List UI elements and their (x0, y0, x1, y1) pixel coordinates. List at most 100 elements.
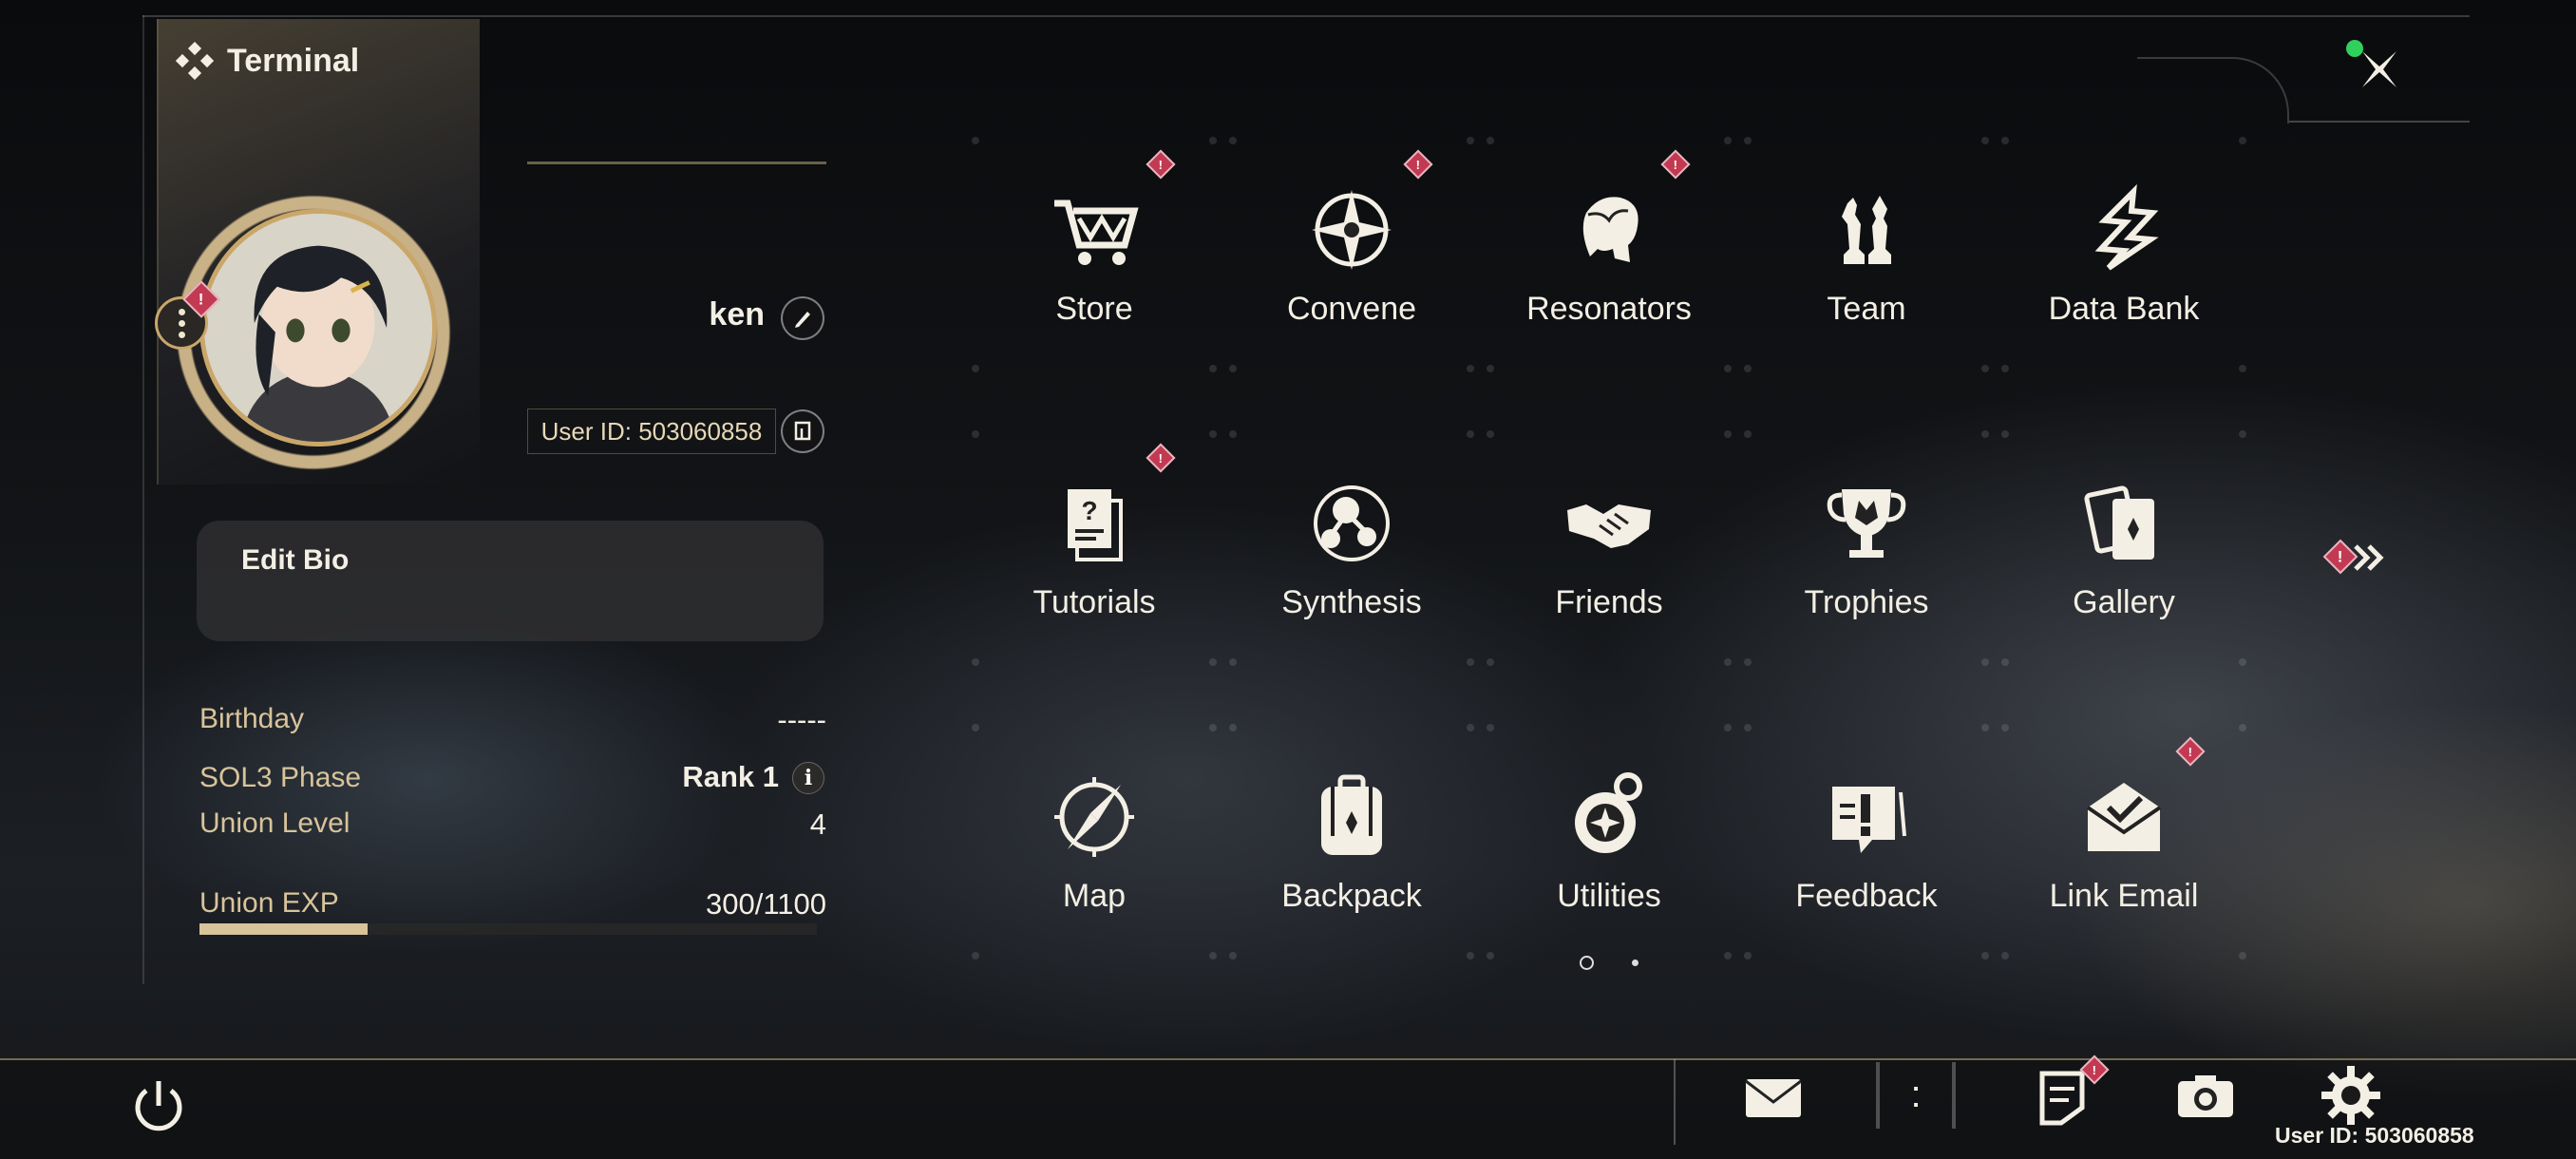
grid-corner-mark (1487, 137, 1494, 144)
grid-corner-mark (2001, 365, 2009, 372)
feedback-icon (1819, 770, 1914, 864)
question-document-icon: ? (1047, 476, 1142, 571)
compass-star-icon (1304, 182, 1399, 277)
birthday-label: Birthday (199, 703, 305, 734)
menu-item-team[interactable]: Team (1744, 137, 1989, 407)
chess-figures-icon (1819, 182, 1914, 277)
grid-corner-mark (1467, 658, 1474, 666)
grid-corner-mark (1981, 658, 1989, 666)
grid-corner-mark (1467, 137, 1474, 144)
character-head-icon (1562, 182, 1657, 277)
frame-left-line (142, 15, 144, 984)
backpack-icon (1304, 770, 1399, 864)
username: ken (709, 296, 765, 332)
menu-item-map[interactable]: Map (972, 724, 1217, 994)
menu-item-label: Map (1062, 878, 1127, 914)
page-indicator-next[interactable] (1632, 960, 1638, 966)
grid-corner-mark (1229, 952, 1237, 960)
grid-corner-mark (1981, 365, 1989, 372)
grid-corner-mark (1724, 137, 1732, 144)
grid-corner-mark (1467, 724, 1474, 732)
menu-item-label: Feedback (1795, 878, 1938, 914)
grid-corner-mark (1209, 365, 1217, 372)
copy-id-button[interactable] (781, 409, 824, 453)
edit-name-button[interactable] (781, 296, 824, 340)
grid-corner-mark (1209, 430, 1217, 438)
union-exp-value: 300/1100 (706, 887, 826, 921)
grid-corner-mark (1981, 724, 1989, 732)
shopping-cart-icon (1047, 182, 1142, 277)
menu-item-store[interactable]: Store! (972, 137, 1217, 407)
chat-bracket-icon[interactable]: : (1876, 1062, 1956, 1129)
molecule-icon (1304, 476, 1399, 571)
grid-corner-mark (972, 365, 979, 372)
menu-item-feedback[interactable]: Feedback (1744, 724, 1989, 994)
info-icon[interactable]: i (792, 762, 824, 794)
next-page-arrow-icon[interactable] (2327, 539, 2394, 577)
grid-corner-mark (2239, 137, 2246, 144)
grid-corner-mark (1981, 430, 1989, 438)
mail-icon[interactable] (1740, 1064, 1807, 1130)
menu-item-synthesis[interactable]: Synthesis (1229, 430, 1474, 700)
menu-item-data-bank[interactable]: Data Bank (2001, 137, 2246, 407)
grid-corner-mark (2001, 952, 2009, 960)
menu-item-label: Store (1055, 291, 1133, 327)
avatar-portrait-icon (204, 214, 432, 442)
menu-item-label: Synthesis (1281, 584, 1422, 620)
grid-corner-mark (1724, 658, 1732, 666)
grid-corner-mark (2239, 365, 2246, 372)
grid-corner-mark (1744, 430, 1752, 438)
menu-item-resonators[interactable]: Resonators! (1487, 137, 1732, 407)
trophy-icon (1819, 476, 1914, 571)
menu-item-convene[interactable]: Convene! (1229, 137, 1474, 407)
avatar[interactable] (199, 209, 437, 446)
menu-item-gallery[interactable]: Gallery (2001, 430, 2246, 700)
grid-corner-mark (2001, 658, 2009, 666)
grid-corner-mark (1744, 658, 1752, 666)
menu-item-label: Trophies (1804, 584, 1929, 620)
camera-icon[interactable] (2172, 1064, 2239, 1130)
svg-text:?: ? (1081, 496, 1097, 525)
menu-item-tutorials[interactable]: ? Tutorials! (972, 430, 1217, 700)
page-title: Terminal (227, 42, 360, 79)
terminal-header: Terminal (176, 42, 359, 80)
menu-alert-badge: ! (1146, 149, 1176, 180)
grid-corner-mark (1209, 724, 1217, 732)
page-indicator-current[interactable] (1580, 956, 1594, 970)
frame-curve (2137, 57, 2289, 124)
sol3-phase-label: SOL3 Phase (199, 762, 362, 793)
grid-corner-mark (1209, 658, 1217, 666)
menu-item-friends[interactable]: Friends (1487, 430, 1732, 700)
grid-corner-mark (1487, 430, 1494, 438)
grid-corner-mark (1724, 724, 1732, 732)
user-id-display: User ID: 503060858 (527, 408, 776, 454)
envelope-check-icon (2076, 770, 2171, 864)
power-icon[interactable] (125, 1072, 192, 1138)
grid-corner-mark (1744, 952, 1752, 960)
menu-alert-badge: ! (1660, 149, 1691, 180)
menu-item-trophies[interactable]: Trophies (1744, 430, 1989, 700)
menu-item-label: Data Bank (2048, 291, 2200, 327)
grid-corner-mark (972, 658, 979, 666)
grid-corner-mark (2001, 724, 2009, 732)
pencil-icon (795, 312, 810, 328)
menu-item-utilities[interactable]: Utilities (1487, 724, 1732, 994)
grid-corner-mark (2001, 137, 2009, 144)
birthday-value: ----- (777, 703, 826, 736)
menu-item-backpack[interactable]: Backpack (1229, 724, 1474, 994)
menu-item-label: Link Email (2049, 878, 2199, 914)
bio-placeholder: Edit Bio (241, 544, 350, 576)
menu-item-link-email[interactable]: Link Email! (2001, 724, 2246, 994)
edit-bio-field[interactable]: Edit Bio (197, 521, 824, 641)
settings-gear-icon[interactable] (2318, 1062, 2384, 1129)
grid-corner-mark (1724, 430, 1732, 438)
close-x-icon[interactable] (2341, 36, 2417, 103)
cards-icon (2076, 476, 2171, 571)
union-level-label: Union Level (199, 808, 350, 839)
grid-corner-mark (1229, 724, 1237, 732)
menu-item-label: Convene (1286, 291, 1417, 327)
bottom-divider (1674, 1059, 1676, 1145)
grid-corner-mark (1744, 137, 1752, 144)
grid-corner-mark (1229, 137, 1237, 144)
menu-item-label: Friends (1555, 584, 1663, 620)
